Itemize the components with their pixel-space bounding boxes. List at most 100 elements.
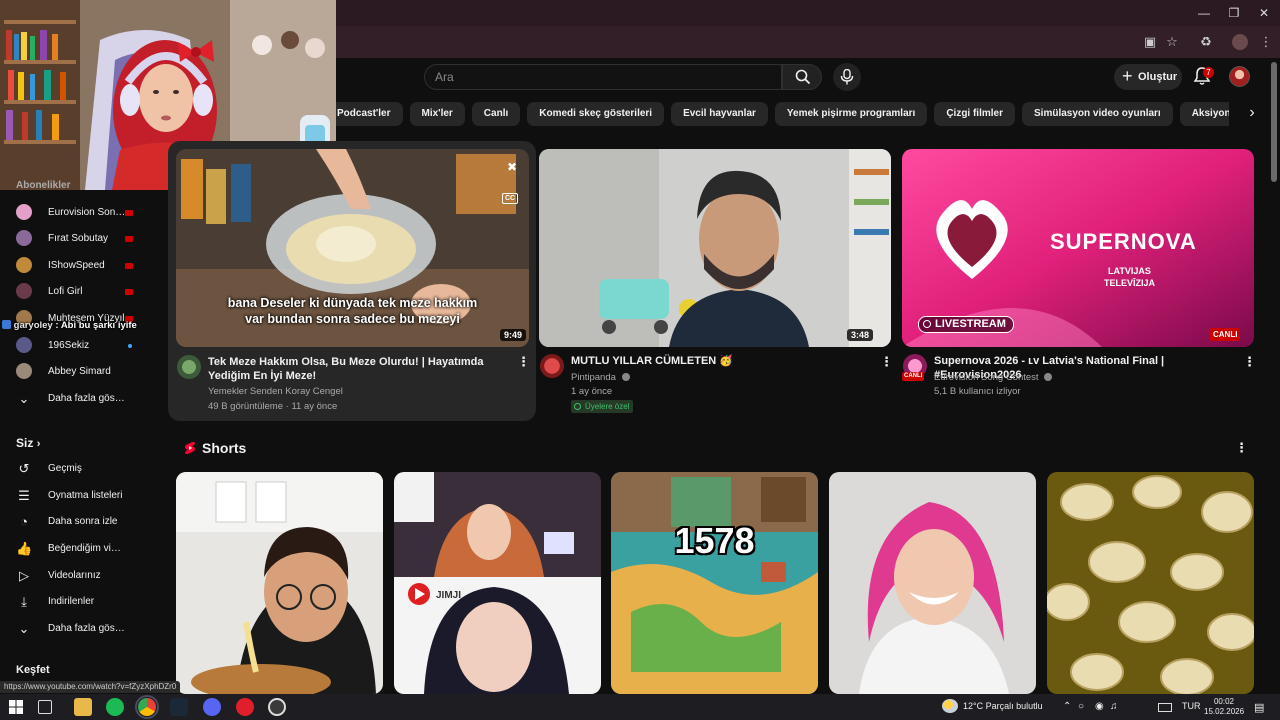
video-channel-3[interactable]: Eurovision Song Contest	[934, 370, 1053, 385]
sidebar-subscription[interactable]: Abbey Simard	[0, 359, 160, 385]
windows-start-icon[interactable]	[9, 700, 23, 714]
sidebar-item-your-videos[interactable]: ▷ Videolarınız	[0, 563, 160, 589]
new-content-dot-icon	[128, 344, 132, 348]
livestream-thumb-badge: LIVESTREAM	[918, 316, 1014, 333]
category-chip[interactable]: Komedi skeç gösterileri	[527, 102, 665, 126]
verified-icon	[1044, 373, 1053, 381]
plus-icon: +	[1122, 66, 1133, 86]
spotify-icon[interactable]	[106, 698, 124, 716]
search-input[interactable]	[425, 65, 781, 89]
you-section-heading[interactable]: Siz ›	[16, 436, 40, 450]
sidebar-subscription[interactable]: Fırat Sobutay	[0, 226, 160, 252]
channel-name-2[interactable]: Pintipanda	[571, 372, 616, 383]
extensions-icon[interactable]: ♻	[1198, 34, 1214, 50]
video-menu-icon-1[interactable]: ⋮	[517, 354, 530, 370]
channel-avatar-2[interactable]	[540, 354, 564, 378]
close-window-icon[interactable]: ✕	[1256, 6, 1272, 20]
channel-name-3[interactable]: Eurovision Song Contest	[934, 372, 1039, 383]
sidebar-item-watch-later[interactable]: ◔ Daha sonra izle	[0, 509, 160, 535]
verified-icon	[621, 373, 630, 381]
channel-avatar	[16, 283, 32, 299]
video-title-1[interactable]: Tek Meze Hakkım Olsa, Bu Meze Olurdu! | …	[208, 355, 508, 383]
short-card-4[interactable]	[829, 472, 1036, 694]
search-box	[424, 64, 782, 90]
category-chip[interactable]: Canlı	[471, 102, 521, 126]
search-button[interactable]	[782, 64, 822, 90]
video-channel-2[interactable]: Pintipanda	[571, 370, 630, 385]
sidebar-item-label: Fırat Sobutay	[48, 233, 109, 244]
restore-icon[interactable]: ❐	[1226, 6, 1242, 20]
tray-volume-icon[interactable]: ♫	[1110, 701, 1118, 712]
tray-mic-icon[interactable]: ◉	[1095, 701, 1104, 712]
page-scrollbar[interactable]	[1271, 62, 1277, 182]
tray-clock[interactable]: 00:02 15.02.2026	[1204, 697, 1244, 717]
minimize-icon[interactable]: —	[1196, 6, 1212, 20]
category-chip[interactable]: Çizgi filmler	[934, 102, 1015, 126]
chat-message-overlay: garyoley : Abi bu şarkı iyife	[2, 320, 137, 332]
install-app-icon[interactable]: ▣	[1142, 34, 1158, 50]
category-chip[interactable]: Mix'ler	[409, 102, 465, 126]
supernova-thumb-sub1: LATVIJAS	[1108, 266, 1151, 276]
sidebar-subscription[interactable]: Eurovision Song ...	[0, 200, 160, 226]
windows-taskbar	[0, 694, 1280, 720]
discord-icon[interactable]	[203, 698, 221, 716]
weather-icon[interactable]	[942, 699, 958, 713]
sidebar-item-thumbs-up[interactable]: 👍 Beğendiğim videolar	[0, 536, 160, 562]
profile-avatar-icon[interactable]	[1232, 34, 1248, 50]
sidebar-subscription[interactable]: 196Sekiz	[0, 333, 160, 359]
sidebar-more-subscriptions[interactable]: ⌄ Daha fazla göster	[0, 386, 160, 412]
tray-network-icon[interactable]: ○	[1078, 701, 1084, 712]
category-chip[interactable]: Aksiyon-macera oyunları	[1179, 102, 1229, 126]
captions-icon[interactable]: CC	[502, 193, 518, 204]
steam-icon[interactable]	[170, 698, 188, 716]
sidebar-item-label: Videolarınız	[48, 570, 101, 581]
video-age-2: 1 ay önce	[571, 386, 613, 397]
browser-menu-icon[interactable]: ⋮	[1258, 34, 1274, 50]
category-chip[interactable]: Evcil hayvanlar	[671, 102, 768, 126]
sidebar-item-label: 196Sekiz	[48, 340, 90, 351]
account-avatar[interactable]	[1229, 66, 1250, 87]
sidebar-item-history[interactable]: ↺ Geçmiş	[0, 456, 160, 482]
mute-icon[interactable]: ✖	[502, 160, 522, 174]
sidebar-item-label: IShowSpeed	[48, 260, 105, 271]
bookmark-star-icon[interactable]: ☆	[1164, 34, 1180, 50]
channel-avatar-1[interactable]	[177, 355, 201, 379]
you-heading-label: Siz	[16, 436, 34, 450]
sidebar-subscription[interactable]: IShowSpeed	[0, 253, 160, 279]
video-channel-1[interactable]: Yemekler Senden Koray Cengel	[208, 384, 343, 399]
video-thumbnail-2[interactable]	[539, 149, 891, 347]
live-indicator-icon	[125, 236, 133, 242]
file-explorer-icon[interactable]	[74, 698, 92, 716]
category-chip[interactable]: Yemek pişirme programları	[774, 102, 928, 126]
sidebar-subscription[interactable]: Lofi Girl	[0, 279, 160, 305]
obs-icon[interactable]	[268, 698, 286, 716]
video-title-2[interactable]: MUTLU YILLAR CÜMLETEN 🥳	[571, 354, 871, 368]
notifications-center-icon[interactable]: ▤	[1254, 701, 1264, 714]
task-view-icon[interactable]	[38, 700, 52, 714]
short-card-1[interactable]	[176, 472, 383, 694]
weather-text[interactable]: 12°C Parçalı bulutlu	[963, 701, 1043, 711]
search-icon	[795, 69, 811, 85]
video-menu-icon-2[interactable]: ⋮	[880, 354, 893, 370]
video-menu-icon-3[interactable]: ⋮	[1243, 354, 1256, 370]
opera-icon[interactable]	[236, 698, 254, 716]
category-chip[interactable]: Simülasyon video oyunları	[1022, 102, 1173, 126]
short-card-3[interactable]: 1578	[611, 472, 818, 694]
tray-chevron-icon[interactable]: ⌃	[1063, 701, 1071, 712]
sidebar-item-download[interactable]: ⤓ İndirilenler	[0, 589, 160, 615]
short-thumb-5	[1047, 472, 1254, 694]
sidebar-item-label: Beğendiğim videolar	[48, 543, 126, 554]
category-chip[interactable]: Podcast'ler	[325, 102, 403, 126]
shorts-menu-icon[interactable]: ⋮	[1235, 440, 1248, 456]
chevron-right-icon[interactable]: ›	[1242, 103, 1262, 125]
live-indicator-icon	[125, 263, 133, 269]
chrome-icon[interactable]	[135, 695, 159, 719]
man-thumbnail-image	[539, 149, 891, 347]
sidebar-more-you[interactable]: ⌄ Daha fazla göster	[0, 616, 160, 642]
sidebar-item-playlists[interactable]: ☰ Oynatma listeleri	[0, 483, 160, 509]
short-card-5[interactable]	[1047, 472, 1254, 694]
tray-display-icon[interactable]	[1158, 703, 1172, 712]
short-card-2[interactable]: JIMJI	[394, 472, 601, 694]
voice-search-button[interactable]	[833, 63, 861, 91]
input-language[interactable]: TUR	[1182, 701, 1201, 711]
